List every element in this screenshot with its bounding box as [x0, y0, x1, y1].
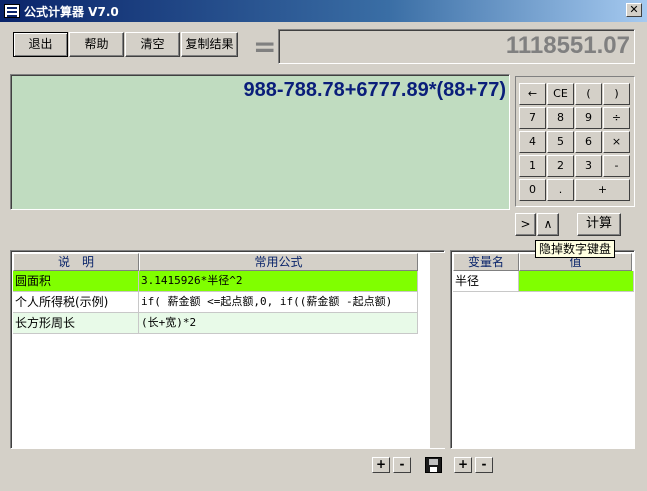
next-button[interactable]: > — [515, 213, 536, 236]
variable-value-input[interactable] — [519, 271, 634, 292]
copy-result-button[interactable]: 复制结果 — [181, 32, 238, 57]
plus-key[interactable]: + — [575, 179, 630, 201]
formula-expression: if( 薪金额 <=起点额,0, if((薪金额 -起点额) — [139, 292, 418, 313]
close-paren-key[interactable]: ) — [603, 83, 630, 105]
calculator-app-icon — [4, 4, 20, 18]
key-4[interactable]: 4 — [519, 131, 546, 153]
key-9[interactable]: 9 — [575, 107, 602, 129]
open-paren-key[interactable]: ( — [575, 83, 602, 105]
window-title: 公式计算器 V7.0 — [24, 5, 119, 19]
close-button[interactable]: ✕ — [626, 3, 642, 17]
formula-description: 圆面积 — [13, 271, 139, 292]
numeric-keypad: ← CE ( ) 7 8 9 ÷ 4 5 6 × 1 2 3 - 0 . + — [515, 76, 635, 207]
toggle-keypad-button[interactable]: ∧ — [537, 213, 559, 236]
column-header-formula[interactable]: 常用公式 — [139, 253, 418, 271]
key-6[interactable]: 6 — [575, 131, 602, 153]
key-1[interactable]: 1 — [519, 155, 546, 177]
remove-formula-button[interactable]: - — [393, 457, 411, 473]
save-icon[interactable] — [425, 457, 442, 473]
formula-description: 长方形周长 — [13, 313, 139, 334]
variable-name: 半径 — [453, 271, 519, 292]
title-bar: 公式计算器 V7.0 ✕ — [0, 0, 647, 22]
formula-expression: 3.1415926*半径^2 — [139, 271, 418, 292]
remove-variable-button[interactable]: - — [475, 457, 493, 473]
result-value: 1118551.07 — [505, 32, 630, 59]
calculate-button[interactable]: 计算 — [577, 213, 621, 236]
key-7[interactable]: 7 — [519, 107, 546, 129]
add-variable-button[interactable]: + — [454, 457, 472, 473]
minus-key[interactable]: - — [603, 155, 630, 177]
expression-area[interactable]: 988-788.78+6777.89*(88+77) — [10, 74, 510, 210]
column-header-variable-name[interactable]: 变量名 — [453, 253, 519, 271]
exit-button[interactable]: 退出 — [13, 32, 68, 57]
multiply-key[interactable]: × — [603, 131, 630, 153]
key-3[interactable]: 3 — [575, 155, 602, 177]
variables-table: 变量名 值 半径 — [450, 250, 635, 449]
divide-key[interactable]: ÷ — [603, 107, 630, 129]
add-formula-button[interactable]: + — [372, 457, 390, 473]
formula-expression: (长+宽)*2 — [139, 313, 418, 334]
decimal-key[interactable]: . — [547, 179, 574, 201]
key-8[interactable]: 8 — [547, 107, 574, 129]
column-header-description[interactable]: 说 明 — [13, 253, 139, 271]
formula-table: 说 明 常用公式 圆面积 3.1415926*半径^2 个人所得税(示例) if… — [10, 250, 453, 449]
tooltip: 隐掉数字键盘 — [535, 240, 616, 258]
equals-sign: = — [253, 30, 277, 63]
result-display: 1118551.07 — [278, 29, 635, 64]
key-0[interactable]: 0 — [519, 179, 546, 201]
expression-text: 988-788.78+6777.89*(88+77) — [243, 79, 506, 101]
clear-button[interactable]: 清空 — [125, 32, 180, 57]
key-5[interactable]: 5 — [547, 131, 574, 153]
clear-entry-key[interactable]: CE — [547, 83, 574, 105]
formula-description: 个人所得税(示例) — [13, 292, 139, 313]
backspace-key[interactable]: ← — [519, 83, 546, 105]
help-button[interactable]: 帮助 — [69, 32, 124, 57]
key-2[interactable]: 2 — [547, 155, 574, 177]
